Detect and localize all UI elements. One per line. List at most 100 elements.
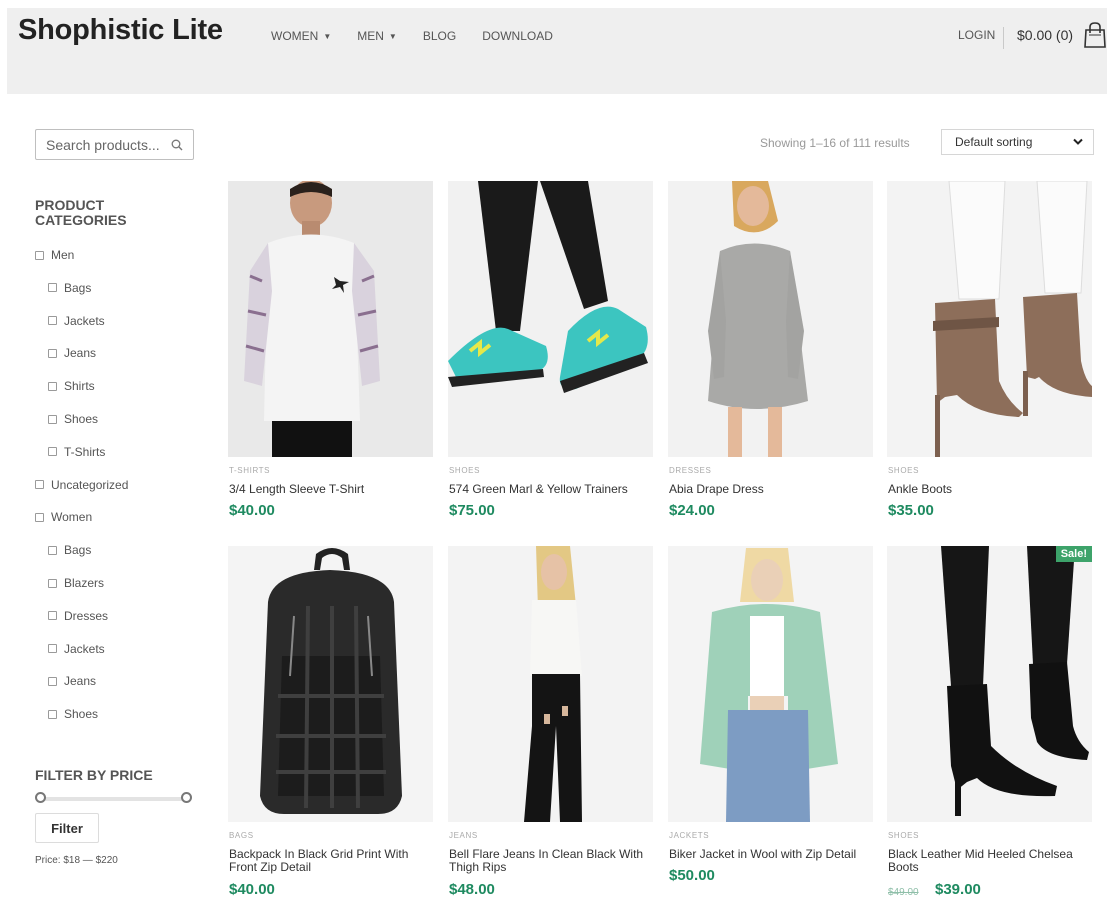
price-slider-min-handle[interactable] [35,792,46,803]
category-item[interactable]: Bags [48,543,91,557]
category-item[interactable]: Men [35,248,74,262]
nav-men[interactable]: MEN ▼ [357,29,397,43]
category-label: Jeans [64,674,97,689]
category-item[interactable]: Jeans [48,346,96,360]
category-label: Shoes [64,412,99,426]
category-checkbox[interactable] [48,676,57,686]
category-label: Bags [64,280,92,295]
product-category[interactable]: SHOES [449,466,480,475]
sort-select-value: Default sorting [955,135,1033,149]
product-image[interactable] [228,546,433,822]
category-item[interactable]: Jackets [48,314,105,328]
product-price: $40.00 [229,502,275,519]
price-slider-track[interactable] [40,797,186,801]
ankle-boots-image [887,181,1092,457]
nav-blog[interactable]: BLOG [423,29,456,43]
price-slider-max-handle[interactable] [181,792,192,803]
product-sale-price: $39.00 [935,881,981,898]
product-title[interactable]: Abia Drape Dress [669,483,874,496]
category-checkbox[interactable] [48,578,57,588]
category-checkbox[interactable] [48,611,57,621]
product-title[interactable]: 3/4 Length Sleeve T-Shirt [229,483,434,496]
dress-model-image [668,181,873,457]
category-label: Shirts [64,379,95,394]
site-header: Shophistic Lite WOMEN ▼ MEN ▼ BLOG DOWNLOA… [7,8,1107,94]
category-item[interactable]: Shirts [48,379,95,393]
category-label: Uncategorized [51,477,129,492]
cart-total[interactable]: $0.00 (0) [1017,27,1073,43]
category-label: Bags [64,543,92,558]
category-checkbox[interactable] [48,316,57,326]
category-checkbox[interactable] [35,480,44,490]
category-checkbox[interactable] [48,414,57,424]
category-item[interactable]: Bags [48,281,91,295]
product-title[interactable]: Bell Flare Jeans In Clean Black With Thi… [449,848,654,874]
category-item[interactable]: Dresses [48,609,108,623]
category-checkbox[interactable] [48,283,57,293]
category-item[interactable]: Shoes [48,412,98,426]
login-link[interactable]: LOGIN [958,27,1005,49]
product-category[interactable]: DRESSES [669,466,711,475]
product-title[interactable]: Backpack In Black Grid Print With Front … [229,848,434,874]
category-label: T-Shirts [64,444,106,459]
category-checkbox[interactable] [48,545,57,555]
category-item[interactable]: Shoes [48,707,98,721]
product-image[interactable] [668,181,873,457]
search-icon[interactable] [171,139,183,151]
tshirt-model-image [228,181,433,457]
product-image[interactable] [228,181,433,457]
filter-button[interactable]: Filter [35,813,99,843]
product-image[interactable] [448,546,653,822]
main-nav: WOMEN ▼ MEN ▼ BLOG DOWNLOAD [271,29,579,43]
category-label: Men [51,248,75,262]
product-category[interactable]: SHOES [888,466,919,475]
nav-download[interactable]: DOWNLOAD [482,29,553,43]
category-item[interactable]: Jeans [48,674,96,688]
product-category[interactable]: SHOES [888,831,919,840]
chevron-down-icon: ▼ [388,31,397,41]
site-logo[interactable]: Shophistic Lite [18,14,223,47]
product-image[interactable] [448,181,653,457]
product-image[interactable] [887,181,1092,457]
category-checkbox[interactable] [48,709,57,719]
flare-jeans-model-image [448,546,653,822]
product-title[interactable]: 574 Green Marl & Yellow Trainers [449,483,654,496]
product-title[interactable]: Biker Jacket in Wool with Zip Detail [669,848,874,861]
category-checkbox[interactable] [35,512,44,522]
category-item[interactable]: Uncategorized [35,478,128,492]
product-title[interactable]: Black Leather Mid Heeled Chelsea Boots [888,848,1093,874]
product-price: $50.00 [669,867,715,884]
product-price: $75.00 [449,502,495,519]
category-item[interactable]: Women [35,510,92,524]
category-item[interactable]: T-Shirts [48,445,105,459]
biker-jacket-model-image [668,546,873,822]
shopping-bag-icon[interactable] [1084,22,1106,48]
product-price: $35.00 [888,502,934,519]
category-checkbox[interactable] [48,644,57,654]
sale-badge: Sale! [1055,546,1092,562]
product-image[interactable]: Sale! [887,546,1092,822]
product-category[interactable]: T-SHIRTS [229,466,270,475]
category-checkbox[interactable] [48,348,57,358]
search-input[interactable] [46,137,166,153]
product-title[interactable]: Ankle Boots [888,483,1093,496]
chelsea-boots-image [887,546,1092,822]
product-categories-title: PRODUCT CATEGORIES [35,197,127,228]
nav-women[interactable]: WOMEN ▼ [271,29,331,43]
product-image[interactable] [668,546,873,822]
product-category[interactable]: BAGS [229,831,254,840]
category-checkbox[interactable] [48,381,57,391]
product-category[interactable]: JEANS [449,831,478,840]
category-label: Women [51,510,93,525]
category-label: Jackets [64,641,105,656]
product-category[interactable]: JACKETS [669,831,709,840]
category-checkbox[interactable] [48,447,57,457]
category-item[interactable]: Jackets [48,642,105,656]
nav-men-label: MEN [357,29,384,43]
category-item[interactable]: Blazers [48,576,104,590]
filter-by-price-title: FILTER BY PRICE [35,767,153,783]
product-price: $24.00 [669,502,715,519]
category-checkbox[interactable] [35,250,44,260]
category-label: Jackets [64,313,105,328]
sort-select[interactable]: Default sorting [941,129,1094,155]
